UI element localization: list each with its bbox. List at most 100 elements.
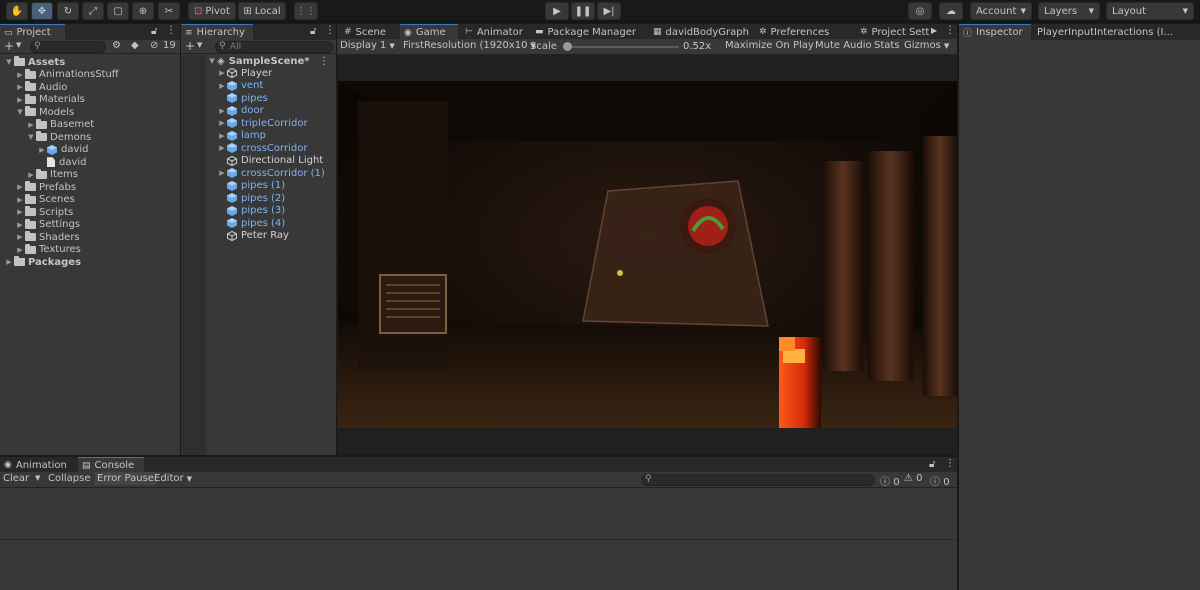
chevron-down-icon[interactable]: ▼ [15,108,25,116]
hierarchy-item[interactable]: ▶ crossCorridor (1) [217,167,324,180]
hierarchy-item[interactable]: ▶ lamp [217,130,266,143]
hierarchy-item[interactable]: ▶ vent [217,80,263,93]
project-item[interactable]: ▶ Textures [15,243,81,257]
project-item[interactable]: ▶ Packages [4,256,81,269]
collapse-toggle[interactable]: Collapse [48,473,91,484]
project-item[interactable]: ▶ AnimationsStuff [15,68,119,82]
tab-player-input-interactions[interactable]: PlayerInputInteractions (I... [1033,24,1193,40]
error-pause-toggle[interactable]: Error Pause [95,472,156,485]
project-item[interactable]: ▶ Audio [15,81,67,94]
project-item[interactable]: ▼ Assets [4,56,65,69]
chevron-right-icon[interactable]: ▶ [15,71,25,79]
tab-project[interactable]: ▭ Project [0,24,65,40]
chevron-right-icon[interactable]: ▶ [37,146,47,154]
grid-snap-button[interactable]: ⋮⋮ [294,2,318,20]
tab-davidbodygraph[interactable]: ▦ davidBodyGraph [649,24,753,40]
create-plus-button[interactable]: + [185,39,195,53]
hierarchy-item[interactable]: pipes [217,92,268,105]
stats-toggle[interactable]: Stats [874,40,900,51]
chevron-right-icon[interactable]: ▶ [217,169,227,177]
editor-dropdown[interactable]: Editor ▼ [154,473,192,484]
label-tag-icon[interactable]: ◆ [131,40,139,51]
move-tool-icon[interactable]: ✥ [31,2,53,20]
scene-row[interactable]: ▼ ◈ SampleScene* ⋮ [207,55,335,68]
chevron-right-icon[interactable]: ▶ [15,83,25,91]
scale-slider-handle[interactable] [563,42,572,51]
custom-tool-icon[interactable]: ✂ [158,2,180,20]
scale-tool-icon[interactable]: ⤢ [82,2,104,20]
project-item[interactable]: ▶ Items [26,168,78,182]
pause-button[interactable]: ❚❚ [571,2,595,20]
project-item[interactable]: ▶ david [37,144,88,157]
tab-animation[interactable]: ◉ Animation [0,457,76,473]
rotate-tool-icon[interactable]: ↻ [57,2,79,20]
hierarchy-item[interactable]: ▶ tripleCorridor [217,117,307,130]
chevron-down-icon[interactable]: ▼ [16,41,21,49]
play-button[interactable]: ▶ [545,2,569,20]
project-item[interactable]: ▼ Demons [26,131,91,144]
kebab-menu-icon[interactable]: ⋮ [166,25,176,36]
chevron-down-icon[interactable]: ▼ [4,58,14,66]
chevron-right-icon[interactable]: ▶ [26,171,36,179]
hand-tool-icon[interactable]: ✋ [6,2,28,20]
project-item[interactable]: ▼ Models [15,106,74,119]
resolution-dropdown[interactable]: FirstResolution (1920x10 ▼ [403,40,536,51]
chevron-right-icon[interactable]: ▶ [217,69,227,77]
project-item[interactable]: ▶ Materials [15,93,85,107]
hierarchy-item[interactable]: ▶ door [217,105,263,118]
hierarchy-search-input[interactable]: ⚲ All [215,41,333,53]
info-filter-toggle[interactable]: ⓘ 0 [880,473,900,488]
maximize-on-play-toggle[interactable]: Maximize On Play [725,40,814,51]
chevron-down-icon[interactable]: ▼ [197,41,202,49]
chevron-right-icon[interactable]: ▶ [15,96,25,104]
kebab-menu-icon[interactable]: ⋮ [319,56,329,67]
layers-dropdown[interactable]: Layers ▼ [1038,2,1100,20]
tab-preferences[interactable]: ✲ Preferences [755,24,853,40]
chevron-down-icon[interactable]: ▼ [26,133,36,141]
scale-slider[interactable] [563,42,679,51]
hierarchy-item[interactable]: Peter Ray [217,230,289,243]
chevron-down-icon[interactable]: ▼ [35,474,40,482]
rect-tool-icon[interactable]: ▢ [107,2,129,20]
project-item[interactable]: ▶ Settings [15,218,80,232]
hierarchy-item[interactable]: ▶ Player [217,67,272,80]
chevron-right-icon[interactable]: ▶ [931,26,937,35]
chevron-right-icon[interactable]: ▶ [217,82,227,90]
mute-audio-toggle[interactable]: Mute Audio [815,40,872,51]
project-item[interactable]: ▶ Scripts [15,206,73,219]
tab-project-settings[interactable]: ✲Project Settings [856,24,930,40]
chevron-down-icon[interactable]: ▼ [207,57,217,65]
chevron-right-icon[interactable]: ▶ [217,144,227,152]
warning-filter-toggle[interactable]: ⚠ 0 [904,473,923,484]
hierarchy-item[interactable]: ▶ crossCorridor [217,142,307,155]
chevron-right-icon[interactable]: ▶ [217,107,227,115]
lock-icon[interactable]: 🔓︎ [929,459,935,470]
tab-scene[interactable]: # Scene [340,24,398,40]
display-dropdown[interactable]: Display 1 ▼ [340,40,395,51]
tab-inspector[interactable]: ⓘ Inspector [959,24,1031,40]
project-item[interactable]: ▶ Shaders [15,231,80,244]
tab-console[interactable]: ▤ Console [78,457,144,473]
project-item[interactable]: david [37,156,87,169]
chevron-right-icon[interactable]: ▶ [15,208,25,216]
cloud-button[interactable]: ☁ [939,2,963,20]
filter-type-icon[interactable]: ⚙ [112,40,121,51]
project-item[interactable]: ▶ Prefabs [15,181,76,194]
local-toggle[interactable]: ⊞ Local [238,2,286,20]
chevron-right-icon[interactable]: ▶ [15,196,25,204]
project-item[interactable]: ▶ Scenes [15,193,75,207]
chevron-right-icon[interactable]: ▶ [26,121,36,129]
create-plus-button[interactable]: + [4,39,14,53]
transform-tool-icon[interactable]: ⊕ [132,2,154,20]
game-viewport[interactable] [338,81,957,428]
chevron-right-icon[interactable]: ▶ [15,246,25,254]
account-dropdown[interactable]: Account ▼ [970,2,1032,20]
chevron-right-icon[interactable]: ▶ [217,119,227,127]
hierarchy-item[interactable]: pipes (3) [217,205,285,218]
chevron-right-icon[interactable]: ▶ [15,233,25,241]
step-button[interactable]: ▶| [597,2,621,20]
console-search-input[interactable]: ⚲ [641,474,875,486]
tab-game[interactable]: ◉ Game [400,24,458,40]
lock-icon[interactable]: 🔓︎ [151,26,157,37]
project-item[interactable]: ▶ Basemet [26,118,94,132]
